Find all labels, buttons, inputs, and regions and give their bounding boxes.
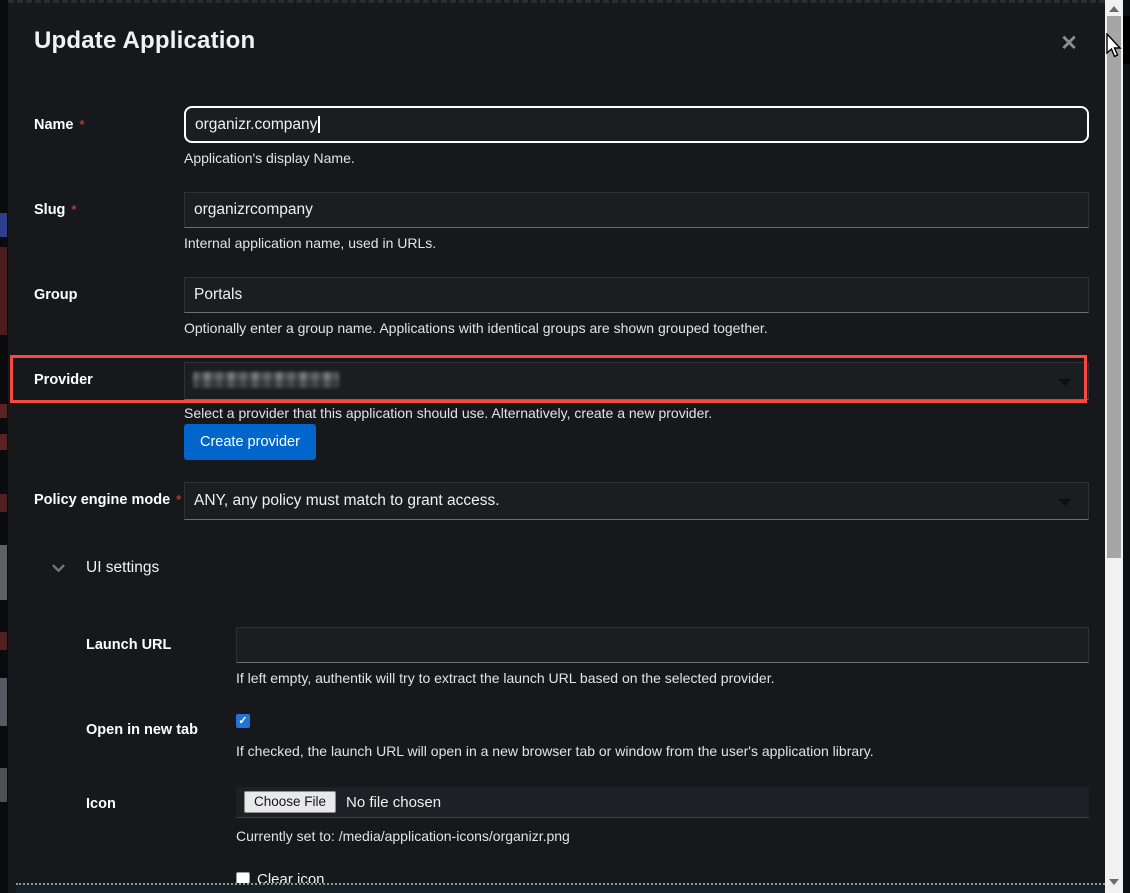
file-status-text: No file chosen [346, 794, 441, 811]
backdrop-fragment [0, 632, 7, 650]
redacted-provider-value [193, 372, 339, 388]
backdrop-fragment [0, 247, 7, 335]
window-right-notch [1123, 16, 1130, 64]
close-icon[interactable]: ✕ [1056, 31, 1082, 57]
launch-url-label: Launch URL [86, 637, 236, 653]
group-help: Optionally enter a group name. Applicati… [184, 320, 768, 336]
chevron-down-icon [1058, 379, 1072, 386]
slug-input[interactable]: organizrcompany [184, 192, 1089, 228]
chevron-down-icon [52, 562, 64, 574]
scrollbar-thumb[interactable] [1107, 16, 1121, 558]
icon-file-input[interactable]: Choose File No file chosen [236, 787, 1089, 818]
backdrop-fragment [0, 678, 7, 726]
group-label: Group [34, 287, 184, 303]
choose-file-button[interactable]: Choose File [244, 791, 336, 813]
modal-title: Update Application [34, 27, 255, 55]
backdrop-fragment [0, 768, 7, 802]
vertical-scrollbar[interactable] [1105, 0, 1123, 893]
update-application-modal: Update Application ✕ Name* organizr.comp… [8, 0, 1105, 893]
text-cursor [318, 116, 320, 133]
policy-engine-mode-label: Policy engine mode* [34, 492, 184, 508]
required-marker: * [80, 117, 85, 132]
icon-help: Currently set to: /media/application-ico… [236, 828, 570, 844]
slug-help: Internal application name, used in URLs. [184, 235, 436, 251]
ui-settings-section-toggle[interactable]: UI settings [52, 559, 159, 577]
launch-url-input[interactable] [236, 627, 1089, 663]
ui-settings-section-label: UI settings [86, 559, 159, 577]
backdrop-fragment [0, 545, 7, 600]
backdrop-fragment [0, 434, 7, 450]
provider-select[interactable] [184, 362, 1089, 400]
backdrop-fragment [0, 213, 7, 237]
launch-url-help: If left empty, authentik will try to ext… [236, 670, 775, 686]
check-icon: ✓ [237, 715, 249, 727]
policy-engine-mode-select[interactable]: ANY, any policy must match to grant acce… [184, 482, 1089, 520]
open-in-new-tab-help: If checked, the launch URL will open in … [236, 743, 874, 759]
page: Update Application ✕ Name* organizr.comp… [0, 0, 1130, 893]
open-in-new-tab-label: Open in new tab [86, 722, 236, 738]
backdrop-fragment [0, 404, 7, 418]
window-right-edge [1123, 0, 1130, 893]
name-help: Application's display Name. [184, 150, 355, 166]
provider-label: Provider [34, 372, 184, 388]
scroll-up-icon[interactable] [1109, 6, 1119, 12]
name-label: Name* [34, 117, 184, 133]
group-input[interactable]: Portals [184, 277, 1089, 313]
backdrop-fragment [0, 494, 7, 512]
icon-label: Icon [86, 796, 236, 812]
required-marker: * [71, 202, 76, 217]
open-in-new-tab-checkbox[interactable]: ✓ [236, 714, 250, 728]
scroll-down-icon[interactable] [1109, 879, 1119, 885]
chevron-down-icon [1058, 499, 1072, 506]
slug-label: Slug* [34, 202, 184, 218]
provider-help: Select a provider that this application … [184, 405, 712, 421]
modal-bottom-edge [16, 883, 1113, 893]
create-provider-button[interactable]: Create provider [184, 424, 316, 460]
name-input[interactable]: organizr.company [184, 106, 1089, 143]
required-marker: * [176, 492, 181, 507]
